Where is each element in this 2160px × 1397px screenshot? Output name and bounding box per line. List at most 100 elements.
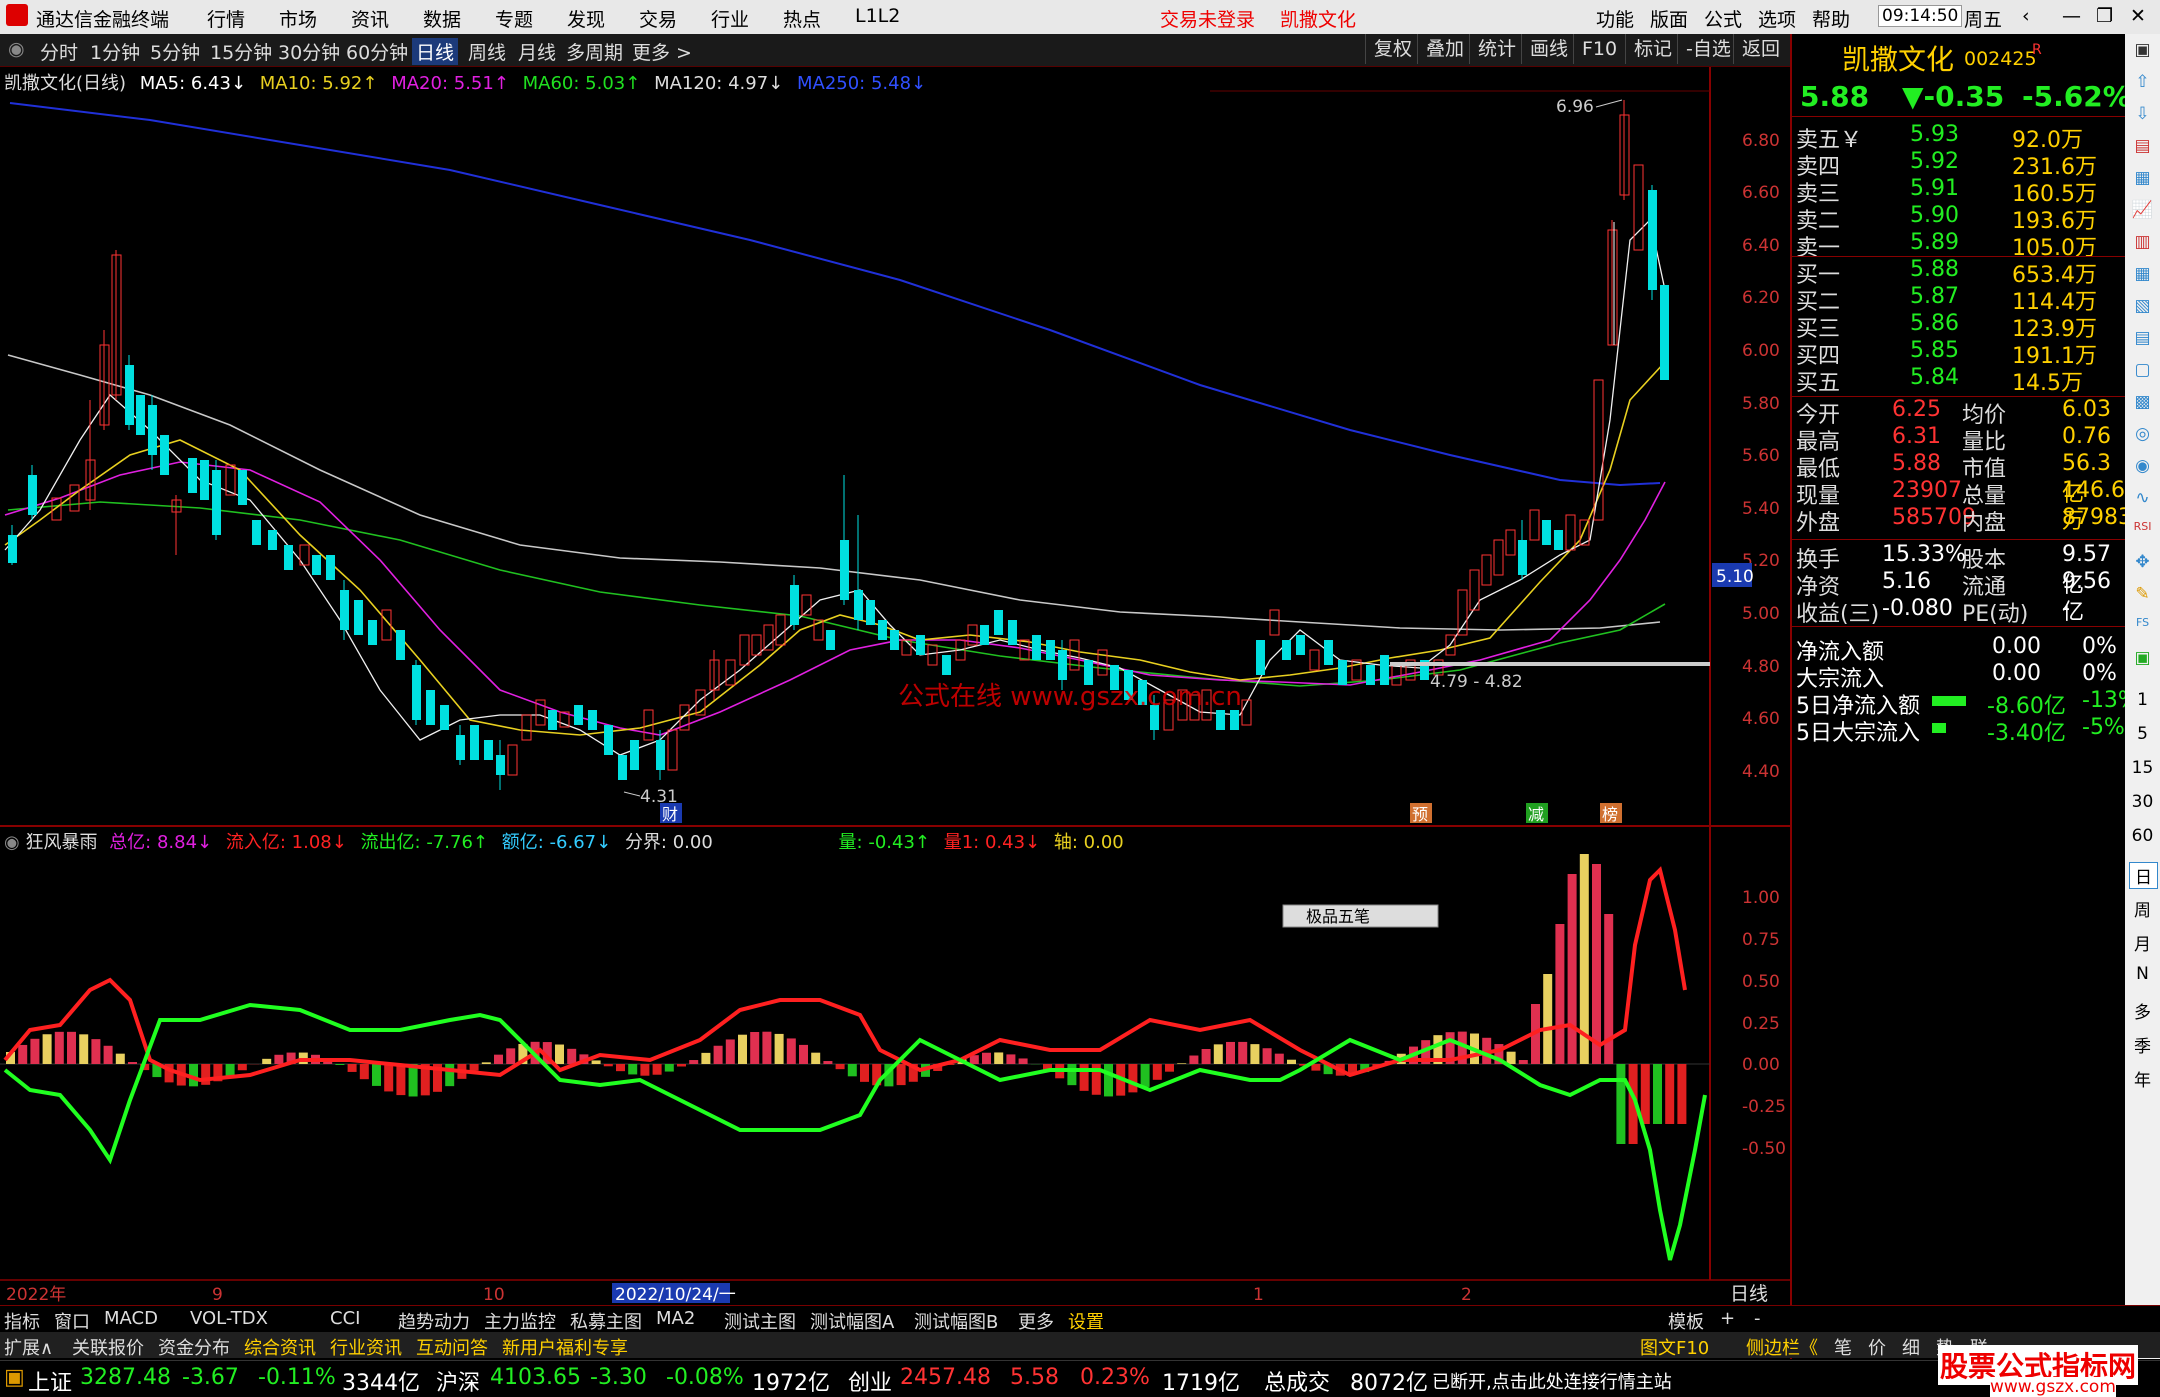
period-5min[interactable]: 5分钟 — [150, 38, 200, 65]
sidebar-period-season[interactable]: 季 — [2129, 1032, 2156, 1057]
sidebar-f10-icon[interactable]: ▧ — [2129, 296, 2156, 316]
period-daily[interactable]: 日线 — [412, 38, 458, 65]
sidebar-period-30[interactable]: 30 — [2129, 792, 2156, 812]
sidebar-fs-icon[interactable]: FS — [2129, 616, 2156, 629]
indicator-dropdown-icon[interactable]: ◉ — [4, 832, 20, 853]
sidebar-period-15[interactable]: 15 — [2129, 758, 2156, 778]
connection-message[interactable]: 已断开,点击此处连接行情主站 — [1432, 1368, 1672, 1394]
sidebar-period-1[interactable]: 1 — [2129, 690, 2156, 710]
menu-gongshi[interactable]: 公式 — [1704, 5, 1742, 32]
tabs2-tab-3[interactable]: 综合资讯 — [244, 1334, 316, 1360]
period-15min[interactable]: 15分钟 — [210, 38, 272, 65]
btn-diejia[interactable]: 叠加 — [1417, 34, 1472, 64]
btn-fanhui[interactable]: 返回 — [1733, 34, 1788, 64]
tabs1-right-1[interactable]: + — [1720, 1308, 1735, 1329]
period-1min[interactable]: 1分钟 — [90, 38, 140, 65]
sidebar-rsi-icon[interactable]: RSI — [2129, 520, 2156, 533]
tabs1-tab-0[interactable]: 指标 — [4, 1308, 40, 1334]
tabs1-tab-9[interactable]: 测试主图 — [724, 1308, 796, 1334]
menu-gongneng[interactable]: 功能 — [1596, 5, 1634, 32]
tabs1-tab-6[interactable]: 主力监控 — [484, 1308, 556, 1334]
menu-zixun[interactable]: 资讯 — [351, 5, 389, 32]
menu-shuju[interactable]: 数据 — [423, 5, 461, 32]
back-icon[interactable]: ‹ — [2022, 5, 2030, 27]
btn-biaoji[interactable]: 标记 — [1625, 34, 1680, 64]
btn-fuquan[interactable]: 复权 — [1365, 34, 1420, 64]
sidebar-fn-icon[interactable]: ▩ — [2129, 392, 2156, 412]
sidebar-table-icon[interactable]: ▦ — [2129, 168, 2156, 188]
cy-label[interactable]: 创业 — [848, 1365, 892, 1397]
tabs1-right-2[interactable]: - — [1754, 1308, 1761, 1329]
menu-l1l2[interactable]: L1L2 — [855, 5, 900, 27]
tabs2-tab-6[interactable]: 新用户福利专享 — [502, 1334, 628, 1360]
period-monthly[interactable]: 月线 — [518, 38, 556, 65]
sidebar-wave-icon[interactable]: ∿ — [2129, 488, 2156, 508]
sidebar-period-day[interactable]: 日 — [2129, 862, 2158, 889]
sidebar-pen-icon[interactable]: ✎ — [2129, 584, 2156, 604]
kline-chart[interactable]: 6.80 6.60 6.40 6.20 6.00 5.80 5.60 5.40 … — [0, 67, 1790, 1304]
menu-zhuanti[interactable]: 专题 — [495, 5, 533, 32]
menu-shichang[interactable]: 市场 — [279, 5, 317, 32]
trade-login-notice[interactable]: 交易未登录 — [1160, 5, 1255, 32]
btn-tongji[interactable]: 统计 — [1469, 34, 1524, 64]
sh-label[interactable]: 上证 — [28, 1365, 72, 1397]
tabs2-right-3[interactable]: 价 — [1868, 1334, 1886, 1360]
tabs2-tab-4[interactable]: 行业资讯 — [330, 1334, 402, 1360]
tabs1-right-0[interactable]: 模板 — [1668, 1308, 1704, 1334]
tabs1-tab-2[interactable]: MACD — [104, 1308, 158, 1329]
sidebar-period-month[interactable]: 月 — [2129, 930, 2156, 955]
tabs1-tab-12[interactable]: 更多 — [1018, 1308, 1054, 1334]
sidebar-page-icon[interactable]: ▤ — [2129, 328, 2156, 348]
tabs1-tab-11[interactable]: 测试幅图B — [914, 1308, 998, 1334]
sidebar-tool-icon[interactable]: ▣ — [2129, 40, 2156, 60]
menu-jiaoyi[interactable]: 交易 — [639, 5, 677, 32]
menu-hangye[interactable]: 行业 — [711, 5, 749, 32]
tabs1-tab-8[interactable]: MA2 — [656, 1308, 695, 1329]
sidebar-drag-icon[interactable]: ✥ — [2129, 552, 2156, 572]
menu-banmian[interactable]: 版面 — [1650, 5, 1688, 32]
sidebar-circle-icon[interactable]: ◉ — [2129, 456, 2156, 476]
sidebar-down-icon[interactable]: ⇩ — [2129, 104, 2156, 124]
cai-marker[interactable]: 财 — [662, 805, 678, 824]
tabs1-tab-1[interactable]: 窗口 — [54, 1308, 90, 1334]
tabs2-tab-2[interactable]: 资金分布 — [158, 1334, 230, 1360]
tabs2-right-0[interactable]: 图文F10 — [1640, 1334, 1709, 1360]
sidebar-period-multi[interactable]: 多 — [2129, 998, 2156, 1023]
tabs1-tab-5[interactable]: 趋势动力 — [398, 1308, 470, 1334]
minimize-icon[interactable]: — — [2062, 5, 2081, 27]
btn-huaxian[interactable]: 画线 — [1521, 34, 1576, 64]
btn-f10[interactable]: F10 — [1573, 34, 1625, 64]
bang-marker[interactable]: 榜 — [1602, 805, 1618, 824]
tabs2-right-4[interactable]: 细 — [1902, 1334, 1920, 1360]
tabs2-tab-5[interactable]: 互动问答 — [416, 1334, 488, 1360]
sidebar-up-icon[interactable]: ⇧ — [2129, 72, 2156, 92]
btn-zixuan[interactable]: -自选 — [1677, 34, 1739, 64]
sidebar-period-n[interactable]: N — [2129, 964, 2156, 984]
menu-hangqing[interactable]: 行情 — [207, 5, 245, 32]
menu-xuanxiang[interactable]: 选项 — [1758, 5, 1796, 32]
sidebar-kline-icon[interactable]: ▥ — [2129, 232, 2156, 252]
sidebar-doc-icon[interactable]: ▢ — [2129, 360, 2156, 380]
period-dropdown-icon[interactable]: ◉ — [8, 38, 25, 60]
period-30min[interactable]: 30分钟 — [278, 38, 340, 65]
period-more[interactable]: 更多 > — [632, 38, 692, 65]
period-multi[interactable]: 多周期 — [566, 38, 623, 65]
ime-toolbar[interactable]: 极品五笔 — [1306, 907, 1370, 926]
tabs2-tab-0[interactable]: 扩展∧ — [4, 1334, 53, 1360]
tabs1-tab-10[interactable]: 测试幅图A — [810, 1308, 894, 1334]
tabs1-tab-3[interactable]: VOL-TDX — [190, 1308, 268, 1329]
restore-icon[interactable]: ❐ — [2096, 5, 2113, 27]
menu-bangzhu[interactable]: 帮助 — [1812, 5, 1850, 32]
jian-marker[interactable]: 减 — [1528, 805, 1544, 824]
sidebar-period-year[interactable]: 年 — [2129, 1066, 2156, 1091]
tabs1-tab-7[interactable]: 私募主图 — [570, 1308, 642, 1334]
menu-redian[interactable]: 热点 — [783, 5, 821, 32]
sidebar-grid-icon[interactable]: ▦ — [2129, 264, 2156, 284]
menu-faxian[interactable]: 发现 — [567, 5, 605, 32]
close-icon[interactable]: ✕ — [2130, 5, 2146, 27]
tabs2-right-2[interactable]: 笔 — [1834, 1334, 1852, 1360]
period-weekly[interactable]: 周线 — [468, 38, 506, 65]
indicator-name[interactable]: 狂风暴雨 — [25, 832, 97, 853]
sidebar-box-icon[interactable]: ▣ — [2129, 648, 2156, 668]
tabs2-tab-1[interactable]: 关联报价 — [72, 1334, 144, 1360]
